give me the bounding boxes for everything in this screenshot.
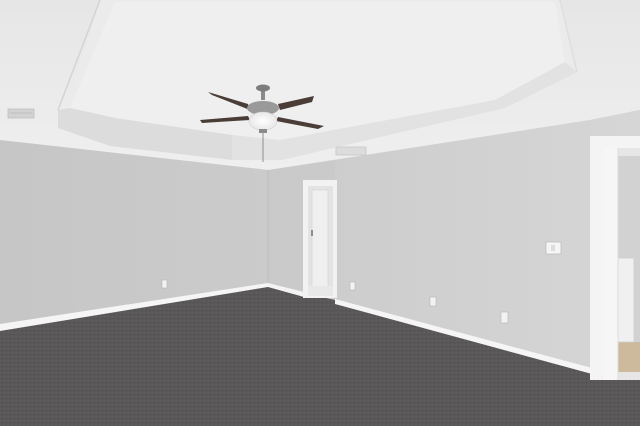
outlet-back-wall	[349, 281, 356, 291]
air-vent-left	[7, 108, 35, 119]
room-photo	[0, 0, 640, 426]
hall-floor	[308, 286, 333, 296]
open-door[interactable]	[311, 189, 329, 293]
door-trim-inner	[604, 148, 618, 380]
outlet-right-wall-1	[429, 296, 437, 307]
outlet-left-wall	[161, 279, 168, 289]
room-illustration	[0, 0, 640, 426]
washer-appliance	[617, 257, 635, 343]
outlet-right-wall-2	[500, 311, 509, 324]
door-hinge	[311, 230, 313, 236]
air-vent-center	[335, 146, 367, 156]
fan-light-cap	[259, 129, 267, 133]
fan-light-bowl	[248, 111, 278, 131]
switch-toggle	[551, 245, 555, 251]
fan-canopy	[256, 84, 270, 92]
right-room-floor	[618, 342, 640, 372]
